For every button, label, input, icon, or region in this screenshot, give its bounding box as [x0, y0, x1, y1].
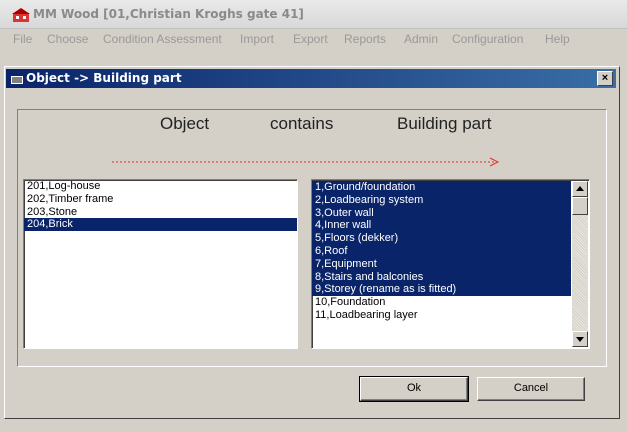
building-part-list-item[interactable]: 8,Stairs and balconies — [312, 270, 571, 284]
scroll-up-button[interactable] — [572, 181, 588, 197]
menu-help[interactable]: Help — [545, 32, 570, 46]
building-part-list-item[interactable]: 4,Inner wall — [312, 219, 571, 233]
arrow-up-icon — [576, 186, 584, 191]
dialog-title: Object -> Building part — [26, 71, 182, 85]
object-list-item[interactable]: 204,Brick — [24, 218, 297, 232]
app-title-bar: MM Wood [01,Christian Kroghs gate 41] — [0, 0, 627, 29]
menu-import[interactable]: Import — [240, 32, 274, 46]
building-part-list[interactable]: 1,Ground/foundation 2,Loadbearing system 3… — [311, 179, 590, 349]
building-part-list-item[interactable]: 5,Floors (dekker) — [312, 232, 571, 245]
cancel-button-label: Cancel — [513, 382, 549, 394]
menu-choose[interactable]: Choose — [47, 32, 88, 46]
building-part-list-item[interactable]: 3,Outer wall — [312, 206, 571, 220]
ok-button-label: Ok — [406, 382, 422, 394]
cancel-button[interactable]: Cancel — [477, 377, 585, 401]
ok-button[interactable]: Ok — [359, 376, 469, 402]
building-part-list-item[interactable]: 9,Storey (rename as is fitted) — [312, 283, 571, 297]
object-list-item[interactable]: 201,Log-house — [24, 180, 297, 193]
close-button[interactable]: × — [597, 71, 613, 86]
app-title: MM Wood [01,Christian Kroghs gate 41] — [33, 7, 304, 21]
menu-admin[interactable]: Admin — [404, 32, 438, 46]
dotted-arrow — [112, 157, 500, 167]
menu-bar: File Choose Condition Assessment Import Expo… — [0, 29, 627, 49]
menu-configuration[interactable]: Configuration — [452, 32, 523, 46]
menu-condition-assessment[interactable]: Condition Assessment — [103, 32, 222, 46]
heading-building-part: Building part — [397, 114, 492, 133]
object-list-item[interactable]: 203,Stone — [24, 206, 297, 219]
arrow-down-icon — [576, 337, 584, 342]
dialog-window-icon — [11, 73, 23, 84]
building-part-list-item[interactable]: 10,Foundation — [312, 296, 571, 309]
dialog-title-bar: Object -> Building part × — [6, 69, 616, 88]
building-part-list-item[interactable]: 7,Equipment — [312, 257, 571, 271]
building-part-scrollbar[interactable] — [572, 181, 588, 347]
menu-export[interactable]: Export — [293, 32, 328, 46]
menu-file[interactable]: File — [13, 32, 32, 46]
heading-object: Object — [160, 114, 210, 133]
building-part-list-item[interactable]: 6,Roof — [312, 244, 571, 258]
app-house-icon — [12, 8, 30, 22]
object-building-part-dialog: Object -> Building part × Object contain… — [4, 66, 620, 419]
scroll-thumb[interactable] — [572, 197, 588, 215]
building-part-list-item[interactable]: 2,Loadbearing system — [312, 193, 571, 207]
heading-contains: contains — [270, 114, 334, 133]
building-part-list-item[interactable]: 11,Loadbearing layer — [312, 309, 571, 322]
object-list[interactable]: 201,Log-house 202,Timber frame 203,Stone 20… — [23, 179, 298, 349]
building-part-list-item[interactable]: 1,Ground/foundation — [312, 181, 571, 194]
object-list-item[interactable]: 202,Timber frame — [24, 193, 297, 206]
scroll-down-button[interactable] — [572, 331, 588, 347]
menu-reports[interactable]: Reports — [344, 32, 386, 46]
close-icon: × — [601, 72, 609, 84]
